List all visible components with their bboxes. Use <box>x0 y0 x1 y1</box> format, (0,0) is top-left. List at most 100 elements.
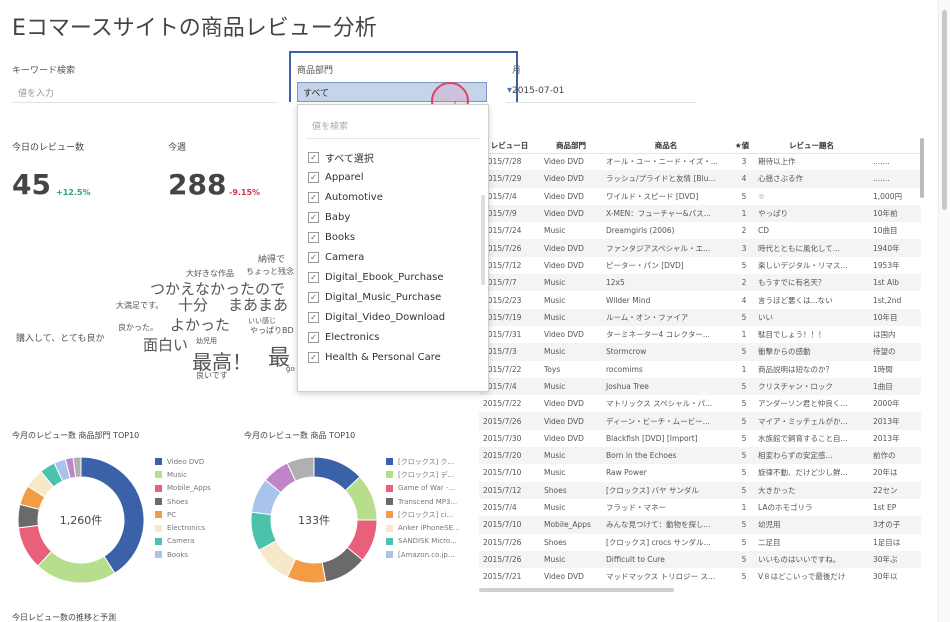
table-cell: ディーン・ビーチ・ムービー... <box>602 412 730 430</box>
today-reviews-value: 45 <box>12 168 51 201</box>
page-title: Eコマースサイトの商品レビュー分析 <box>12 16 377 41</box>
checkbox-checked-icon[interactable]: ✓ <box>308 211 319 223</box>
table-cell: 5 <box>730 308 754 326</box>
table-row[interactable]: 2015/7/31 Video DVD ターミネーター4 コレクター... 1 駄目でし… <box>479 326 921 343</box>
dept-option[interactable]: ✓ Camera <box>298 247 488 267</box>
checkbox-checked-icon[interactable]: ✓ <box>308 271 319 283</box>
dept-option[interactable]: ✓ Health & Personal Care <box>298 347 488 367</box>
table-row[interactable]: 2015/7/20 Music Born in the Echoes 5 相変わらずの安… <box>479 447 921 465</box>
table-row[interactable]: 2015/7/26 Video DVD ファンタジアスペシャル・エ... 3 時代ととも… <box>479 239 921 257</box>
checkbox-checked-icon[interactable]: ✓ <box>308 231 319 243</box>
table-cell: Video DVD <box>544 399 584 409</box>
product-donut-total: 133件 <box>298 514 330 527</box>
table-vertical-scrollbar[interactable] <box>920 138 924 198</box>
table-row[interactable]: 2015/2/23 Music Wilder Mind 4 言うほど悪くは...ない 1s… <box>479 291 921 308</box>
table-row[interactable]: 2015/7/24 Music Dreamgirls (2006) 2 CD 10曲目 <box>479 222 921 239</box>
table-row[interactable]: 2015/7/22 Toys rocomims 1 商品説明は短なのか？ 1時間 <box>479 361 921 378</box>
table-cell: 2015/7/26 <box>479 412 540 430</box>
col-header-review-body[interactable] <box>869 138 921 154</box>
dept-option[interactable]: ✓ Apparel <box>298 167 488 187</box>
table-cell: いい <box>754 308 869 326</box>
table-row[interactable]: 2015/7/4 Music Joshua Tree 5 クリスチャン・ロック 1曲目 <box>479 377 921 396</box>
dept-option[interactable]: ✓ Automotive <box>298 187 488 207</box>
table-row[interactable]: 2015/7/12 Video DVD ピーター・パン [DVD] 5 楽しいデジタル・… <box>479 257 921 274</box>
legend-label: [Amazon.co.jp... <box>398 550 455 559</box>
table-cell: Music <box>540 308 602 326</box>
legend-swatch <box>155 498 162 506</box>
table-cell: 2015/7/20 <box>479 447 540 465</box>
col-header-review-title[interactable]: レビュー題名 <box>754 138 869 154</box>
dept-option-label: Camera <box>325 251 365 263</box>
dept-option[interactable]: ✓ Digital_Music_Purchase <box>298 287 488 307</box>
dept-option-label: Digital_Ebook_Purchase <box>325 271 444 283</box>
checkbox-checked-icon[interactable]: ✓ <box>308 171 319 183</box>
dept-option-label: すべて選択 <box>325 153 374 165</box>
table-cell: Video DVD <box>544 157 584 167</box>
table-row[interactable]: 2015/7/26 Music Difficult to Cure 5 いいものはいいで… <box>479 550 921 569</box>
table-row[interactable]: 2015/7/19 Music ルーム・オン・ファイア 5 いい 10年目 <box>479 308 921 326</box>
dept-option-label: Electronics <box>325 331 380 343</box>
table-cell: 5 <box>730 516 754 534</box>
dept-dropdown-search-input[interactable]: 値を検索 <box>306 115 480 139</box>
dept-option[interactable]: ✓ Baby <box>298 207 488 227</box>
checkbox-checked-icon[interactable]: ✓ <box>308 291 319 303</box>
checkbox-checked-icon[interactable]: ✓ <box>308 331 319 343</box>
table-row[interactable]: 2015/7/3 Music Stormcrow 5 衝撃からの感動 待望の <box>479 343 921 361</box>
table-horizontal-scrollbar[interactable] <box>479 588 674 592</box>
table-cell: Shoes <box>540 481 602 499</box>
table-row[interactable]: 2015/7/7 Music 12x5 2 もうすでに有名天？ 1st Alb <box>479 274 921 292</box>
dept-option[interactable]: ✓ Books <box>298 227 488 247</box>
keyword-search-input[interactable]: 値を入力 <box>12 81 277 103</box>
table-row[interactable]: 2015/7/21 Video DVD マッドマックス トリロジー ス... 5 V８は… <box>479 568 921 585</box>
table-row[interactable]: 2015/7/12 Shoes [クロックス] バヤ サンダル 5 大きかった 22セン <box>479 481 921 499</box>
cloud-word: 大満足です。 <box>116 301 164 310</box>
checkbox-checked-icon[interactable]: ✓ <box>308 191 319 203</box>
table-cell: 幼児用 <box>754 516 869 534</box>
table-row[interactable]: 2015/7/30 Video DVD Blackfish [DVD] [Impor… <box>479 430 921 447</box>
checkbox-checked-icon[interactable]: ✓ <box>308 151 319 163</box>
page-scrollbar-track[interactable] <box>938 0 950 622</box>
checkbox-checked-icon[interactable]: ✓ <box>308 311 319 323</box>
table-cell: ルーム・オン・ファイア <box>602 308 730 326</box>
legend-label: Music <box>167 470 187 479</box>
table-cell: Born in the Echoes <box>602 447 730 465</box>
table-cell: 4 <box>741 295 747 305</box>
table-row[interactable]: 2015/7/10 Mobile_Apps みんな見つけて：動物を探し... 5 幼児用… <box>479 516 921 534</box>
table-row[interactable]: 2015/7/28 Video DVD オール・ユー・ニード・イズ・... 3 期待以上… <box>479 153 921 170</box>
table-cell: Video DVD <box>540 239 602 257</box>
dept-option[interactable]: ✓ すべて選択 <box>298 147 488 167</box>
col-header-department[interactable]: 商品部門 <box>540 138 602 154</box>
col-header-rating[interactable]: ★値 <box>730 138 754 154</box>
legend-item: [Amazon.co.jp... <box>386 548 460 561</box>
donut-slice[interactable] <box>37 550 116 584</box>
dept-option[interactable]: ✓ Electronics <box>298 327 488 347</box>
dept-option[interactable]: ✓ Digital_Ebook_Purchase <box>298 267 488 287</box>
table-row[interactable]: 2015/7/26 Shoes [クロックス] crocs サンダル... 5 二足目 1… <box>479 534 921 551</box>
col-header-product[interactable]: 商品名 <box>602 138 730 154</box>
table-cell: 旋律不動、だけど少し鮮... <box>758 468 848 478</box>
checkbox-checked-icon[interactable]: ✓ <box>308 351 319 363</box>
table-cell: 水族館で飼育すること自... <box>758 433 848 443</box>
dropdown-scrollbar[interactable] <box>481 195 485 285</box>
dept-option[interactable]: ✓ Digital_Video_Download <box>298 307 488 327</box>
table-cell: Video DVD <box>544 572 584 582</box>
table-row[interactable]: 2015/7/4 Video DVD ワイルド・スピード [DVD] 5 ☆ 1,000円 <box>479 188 921 205</box>
legend-swatch <box>386 471 393 479</box>
table-row[interactable]: 2015/7/10 Music Raw Power 5 旋律不動、だけど少し鮮... 20… <box>479 464 921 481</box>
page-scrollbar-thumb[interactable] <box>942 10 947 210</box>
table-cell: 3才の子 <box>869 516 921 534</box>
checkbox-checked-icon[interactable]: ✓ <box>308 251 319 263</box>
table-cell: 1曲目 <box>869 377 921 396</box>
table-cell: 駄目でしょう！！！ <box>758 330 826 340</box>
table-row[interactable]: 2015/7/22 Video DVD マトリックス スペシャル・パ... 5 アンダー… <box>479 395 921 412</box>
month-filter-input[interactable]: 2015-07-01 <box>506 81 696 103</box>
table-row[interactable]: 2015/7/26 Video DVD ディーン・ビーチ・ムービー... 5 マイア・ミ… <box>479 412 921 430</box>
table-cell: Music <box>544 503 566 513</box>
table-row[interactable]: 2015/7/29 Video DVD ラッシュ/プライドと友情 [Blu... 4 心… <box>479 170 921 188</box>
table-cell: 12x5 <box>602 274 730 292</box>
table-cell: クリスチャン・ロック <box>754 377 869 396</box>
table-row[interactable]: 2015/7/4 Music フラッド・マネー 1 LAのホモゴリラ 1st EP <box>479 499 921 516</box>
table-cell: LAのホモゴリラ <box>758 503 813 513</box>
table-cell: マトリックス スペシャル・パ... <box>606 399 713 409</box>
table-row[interactable]: 2015/7/9 Video DVD X-MEN：フューチャー&パス... 1 やっぱり… <box>479 204 921 223</box>
